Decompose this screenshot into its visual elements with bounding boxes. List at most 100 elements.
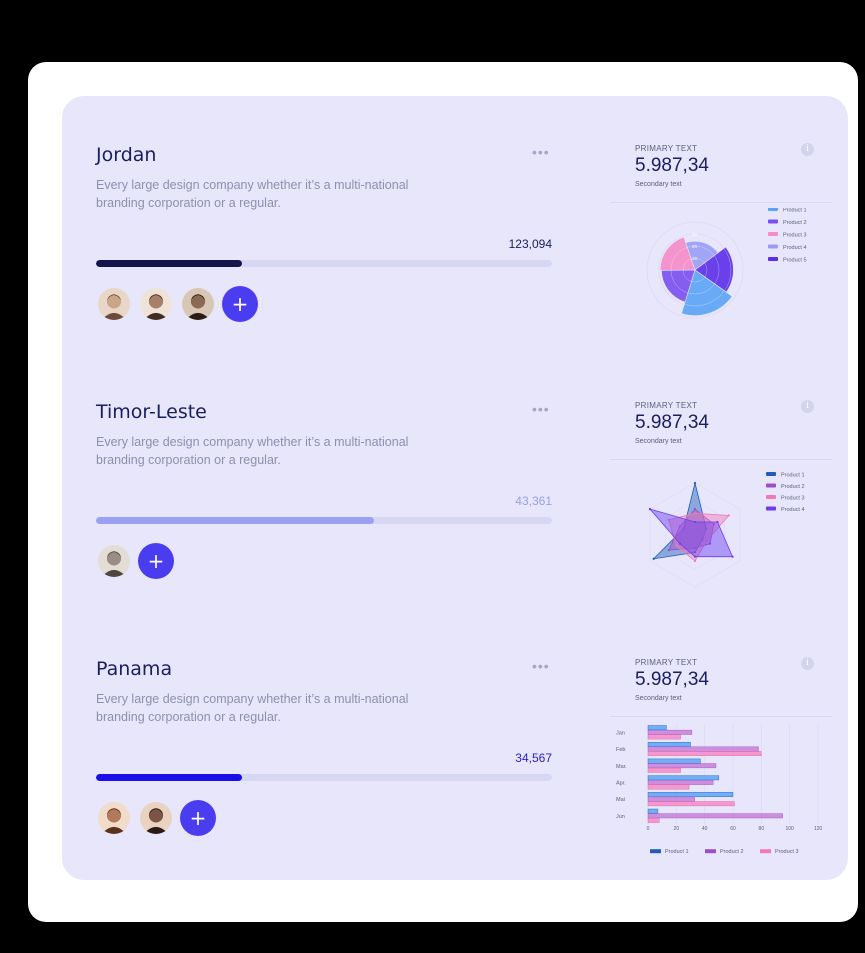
bar: [647, 775, 720, 781]
avatar[interactable]: [180, 286, 216, 322]
bar: [647, 792, 734, 797]
info-icon[interactable]: i: [801, 657, 814, 670]
legend-swatch: [768, 257, 778, 261]
bar: [647, 801, 735, 807]
progress-bar: [96, 517, 552, 524]
progress-value: 123,094: [508, 237, 552, 251]
radar-point: [731, 555, 734, 558]
country-description: Every large design company whether it’s …: [96, 178, 409, 210]
radar-point: [716, 520, 719, 524]
bar: [647, 763, 717, 769]
country-title: Timor-Leste: [96, 401, 207, 423]
avatar-group: +: [96, 800, 216, 836]
legend-label: Product 2: [720, 849, 744, 855]
legend-label: Product 3: [781, 496, 805, 502]
add-member-button[interactable]: +: [180, 800, 216, 836]
legend-swatch: [768, 232, 778, 236]
radar-point: [693, 555, 697, 558]
legend-label: Product 4: [781, 507, 805, 513]
divider: [610, 716, 832, 717]
primary-value: 5.987,34: [635, 412, 709, 433]
radar-point: [678, 542, 682, 545]
bar: [647, 796, 695, 802]
radar-point: [727, 514, 730, 517]
stats-panel: PRIMARY TEXT 5.987,34 Secondary text i 0…: [610, 610, 832, 867]
chart: 0 20 40 60 80 100 120 Jan Feb Mar. Apr. Mai Jun Produ…: [616, 724, 823, 855]
r-tick-label: 20: [692, 244, 698, 249]
avatar[interactable]: [96, 800, 132, 836]
country-section: Panama ••• Every large design company wh…: [62, 610, 848, 867]
bar: [647, 746, 759, 752]
divider: [610, 459, 832, 460]
stats-panel: PRIMARY TEXT 5.987,34 Secondary text i P…: [610, 353, 832, 610]
legend-swatch: [768, 244, 778, 249]
chart: 10 20 30 Product 1 Product 2 Product 3 Product…: [646, 208, 807, 319]
avatar-group: +: [96, 286, 258, 322]
category-label: Jan: [616, 730, 625, 736]
legend-label: Product 2: [783, 220, 807, 226]
legend-swatch: [768, 208, 778, 211]
legend-swatch: [766, 506, 776, 511]
radar-point: [648, 507, 652, 511]
bar: [647, 767, 681, 773]
country-title: Jordan: [96, 144, 157, 166]
secondary-text: Secondary text: [635, 695, 682, 702]
primary-text-label: PRIMARY TEXT: [635, 144, 698, 153]
radar-point: [693, 520, 697, 524]
legend-label: Product 3: [775, 849, 799, 855]
legend-swatch: [766, 472, 776, 476]
progress-fill: [96, 774, 242, 781]
primary-value: 5.987,34: [635, 155, 709, 176]
bar: [647, 813, 783, 819]
radar-point: [693, 512, 697, 515]
add-member-button[interactable]: +: [138, 543, 174, 579]
legend-swatch: [768, 219, 778, 224]
bar: [647, 742, 691, 747]
legend-label: Product 1: [781, 473, 805, 479]
legend-swatch: [705, 849, 716, 854]
more-options-button[interactable]: •••: [532, 401, 550, 417]
legend-label: Product 3: [783, 233, 807, 239]
primary-text-label: PRIMARY TEXT: [635, 658, 698, 667]
primary-text-label: PRIMARY TEXT: [635, 401, 698, 410]
x-tick-label: 0: [647, 826, 650, 832]
progress-value: 34,567: [515, 751, 552, 765]
add-member-button[interactable]: +: [222, 286, 258, 322]
avatar[interactable]: [96, 286, 132, 322]
bar: [647, 734, 681, 740]
bar: [647, 725, 667, 731]
more-options-button[interactable]: •••: [532, 658, 550, 674]
primary-value: 5.987,34: [635, 669, 709, 690]
legend-swatch: [766, 483, 776, 488]
country-panel: Panama ••• Every large design company wh…: [96, 610, 552, 867]
avatar[interactable]: [138, 286, 174, 322]
info-icon[interactable]: i: [801, 143, 814, 156]
legend-label: Product 2: [781, 484, 805, 490]
country-panel: Jordan ••• Every large design company wh…: [96, 96, 552, 353]
x-tick-label: 120: [814, 826, 823, 832]
category-label: Mar.: [616, 764, 627, 770]
bar: [647, 758, 701, 764]
avatar[interactable]: [96, 543, 132, 579]
legend-label: Product 1: [665, 849, 689, 855]
legend-swatch: [650, 849, 661, 854]
radar-point: [693, 481, 697, 485]
category-label: Feb: [616, 747, 625, 753]
legend-label: Product 5: [783, 258, 807, 264]
legend-label: Product 1: [783, 208, 807, 214]
country-description: Every large design company whether it’s …: [96, 435, 409, 467]
bar: [647, 784, 690, 790]
progress-fill: [96, 517, 375, 524]
radar-point: [652, 557, 655, 560]
bar: [647, 780, 714, 785]
country-title: Panama: [96, 658, 173, 680]
more-options-button[interactable]: •••: [532, 144, 550, 160]
bar: [647, 729, 693, 735]
r-tick-label: 30: [692, 232, 698, 237]
avatar[interactable]: [138, 800, 174, 836]
dashboard-card: Jordan ••• Every large design company wh…: [62, 96, 848, 880]
radar-point: [693, 507, 697, 511]
divider: [610, 202, 832, 203]
info-icon[interactable]: i: [801, 400, 814, 413]
x-tick-label: 100: [785, 826, 794, 832]
